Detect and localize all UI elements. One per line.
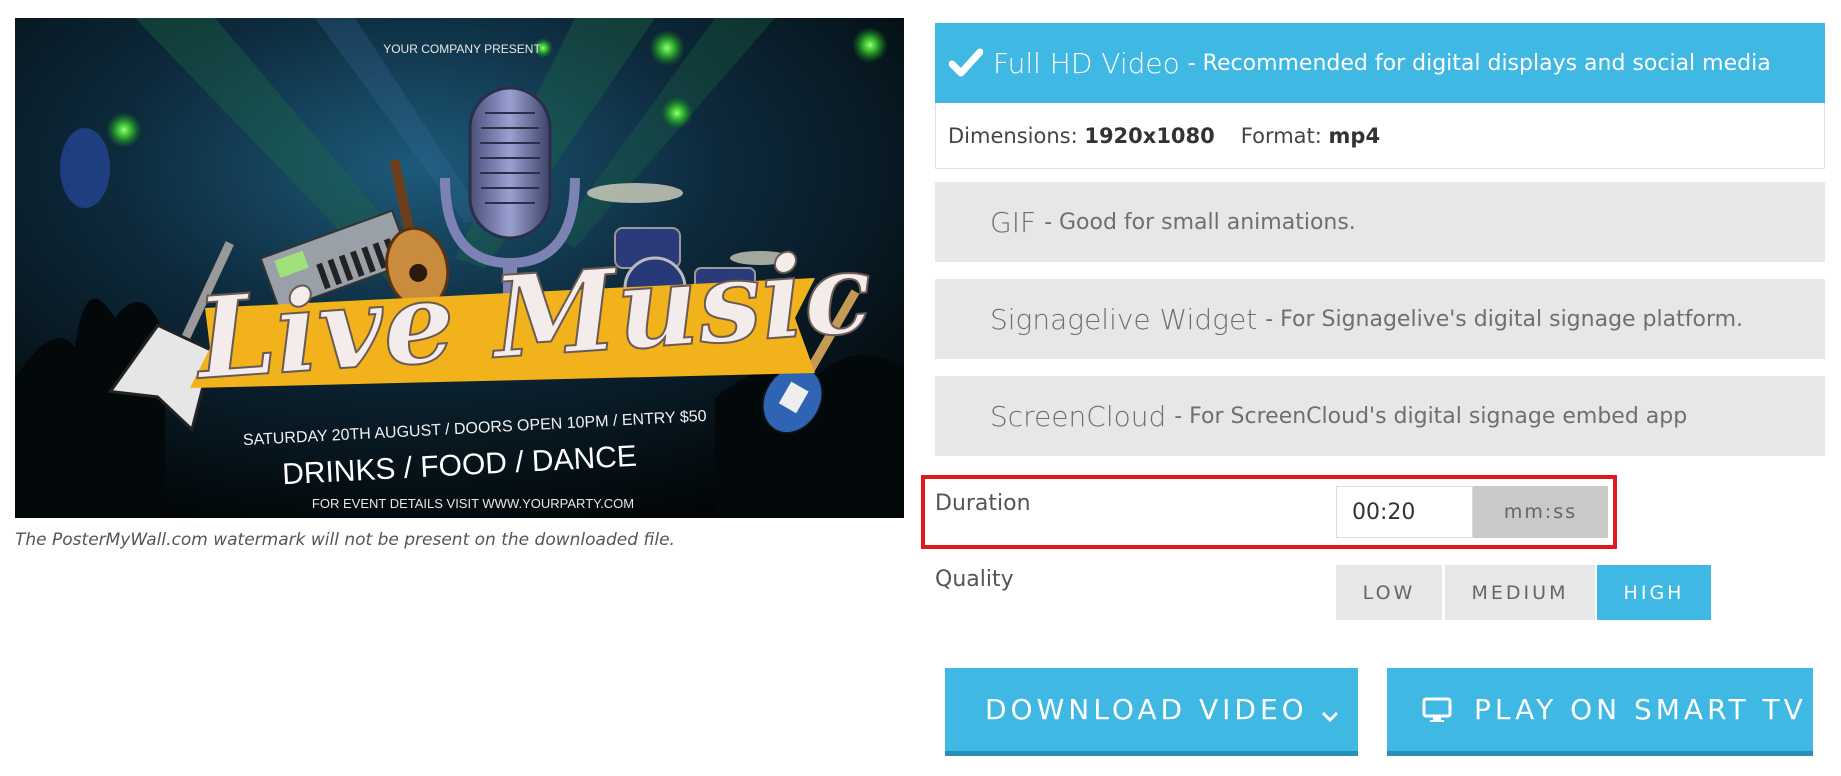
duration-label: Duration <box>935 491 1031 516</box>
format-desc: - For Signagelive's digital signage plat… <box>1265 306 1744 332</box>
format-value: mp4 <box>1328 123 1381 148</box>
format-name: Full HD Video <box>993 46 1180 80</box>
format-name: GIF <box>990 205 1037 239</box>
poster-artwork: Live Music YOUR COMPANY PRESENT SATURDAY… <box>15 18 904 518</box>
format-desc: - For ScreenCloud's digital signage embe… <box>1174 403 1688 429</box>
play-on-smart-tv-button[interactable]: PLAY ON SMART TV <box>1387 668 1813 756</box>
format-name: Signagelive Widget <box>990 302 1258 336</box>
duration-unit: mm:ss <box>1473 486 1608 538</box>
quality-high-button[interactable]: HIGH <box>1597 565 1711 620</box>
chevron-down-icon[interactable] <box>1320 698 1340 731</box>
quality-low-button[interactable]: LOW <box>1336 565 1442 620</box>
poster-line3: FOR EVENT DETAILS VISIT WWW.YOURPARTY.CO… <box>312 496 634 511</box>
format-name: ScreenCloud <box>990 399 1167 433</box>
format-label: Format: <box>1240 123 1322 148</box>
poster-company: YOUR COMPANY PRESENT <box>383 42 541 56</box>
quality-label: Quality <box>935 567 1014 592</box>
format-option-gif[interactable]: GIF - Good for small animations. <box>935 182 1825 262</box>
play-on-smart-tv-label: PLAY ON SMART TV <box>1474 693 1807 726</box>
format-option-full-hd-video[interactable]: Full HD Video - Recommended for digital … <box>935 23 1825 103</box>
dimensions-value: 1920x1080 <box>1084 123 1215 148</box>
quality-medium-button[interactable]: MEDIUM <box>1445 565 1595 620</box>
watermark-caption: The PosterMyWall.com watermark will not … <box>15 530 675 550</box>
check-icon <box>947 44 985 82</box>
format-option-signagelive[interactable]: Signagelive Widget - For Signagelive's d… <box>935 279 1825 359</box>
download-video-button[interactable]: DOWNLOAD VIDEO <box>945 668 1358 756</box>
format-details: Dimensions: 1920x1080 Format: mp4 <box>935 103 1825 169</box>
duration-input[interactable]: 00:20 <box>1336 486 1473 538</box>
poster-preview: Live Music YOUR COMPANY PRESENT SATURDAY… <box>15 18 904 518</box>
format-desc: - Recommended for digital displays and s… <box>1187 50 1771 76</box>
dimensions-label: Dimensions: <box>948 123 1078 148</box>
download-video-label: DOWNLOAD VIDEO <box>985 693 1308 726</box>
format-option-screencloud[interactable]: ScreenCloud - For ScreenCloud's digital … <box>935 376 1825 456</box>
format-desc: - Good for small animations. <box>1044 209 1356 235</box>
monitor-icon <box>1422 697 1452 723</box>
